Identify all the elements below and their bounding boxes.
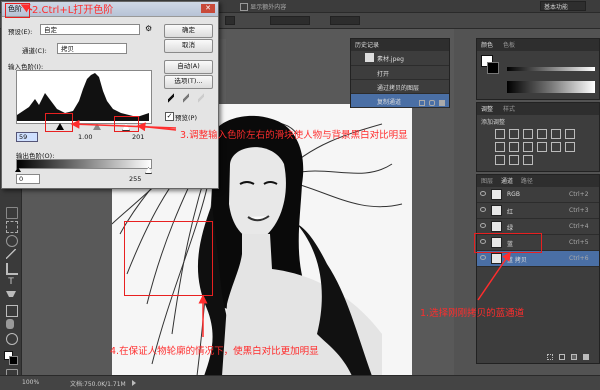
annotation-arrows [20,4,511,337]
status-menu-icon[interactable] [132,380,136,386]
step1-arrow [477,251,511,301]
doc-size: 文档:750.0K/1.71M [70,381,126,388]
step2-arrow [20,4,33,13]
zoom-level[interactable]: 100% [22,379,39,386]
status-bar: 100% 文档:750.0K/1.71M [0,375,600,390]
step3-arrow-left [70,119,177,129]
